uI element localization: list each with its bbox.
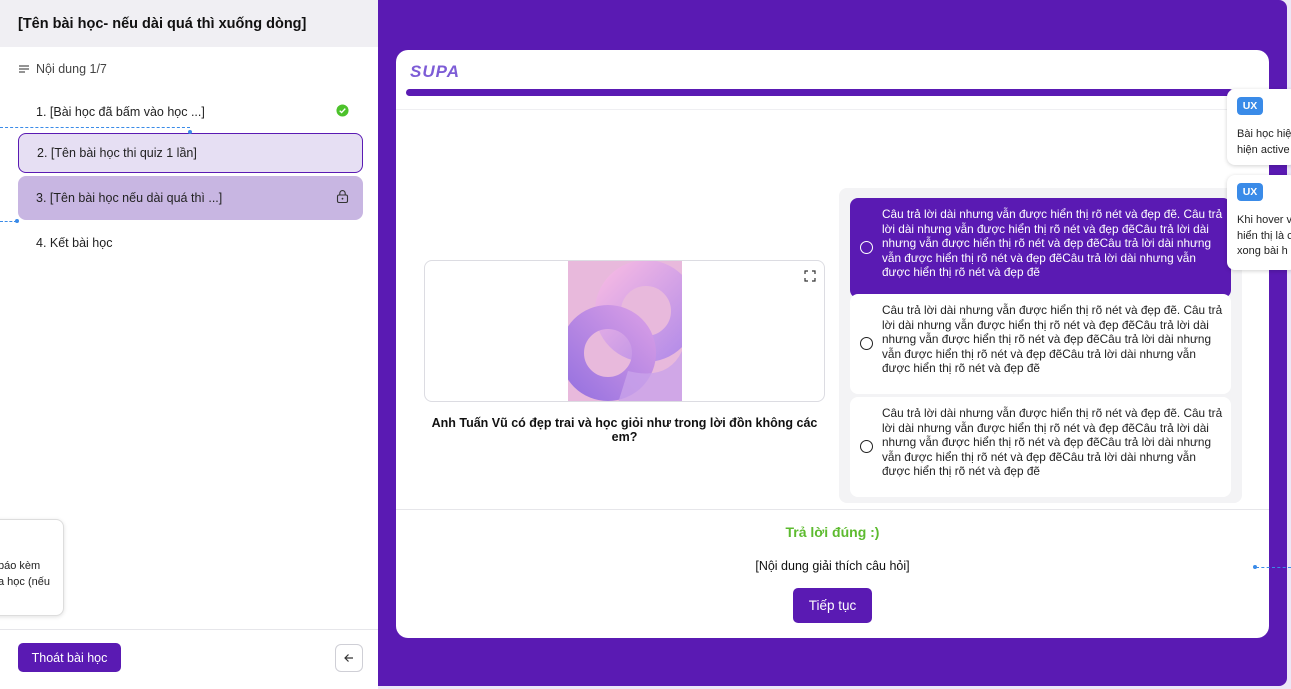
ux-line: Khi hover v [1237,214,1291,226]
answer-option-selected[interactable]: Câu trả lời dài nhưng vẫn được hiển thị … [850,198,1231,298]
answer-feedback: Trả lời đúng :) [785,524,880,540]
ux-badge: UX [1237,97,1263,115]
annotation-text: báo kèm [0,560,41,572]
answer-list: Câu trả lời dài nhưng vẫn được hiển thị … [839,188,1242,503]
exit-lesson-button[interactable]: Thoát bài học [18,643,121,672]
header-divider [396,109,1269,110]
lesson-progress-fill [406,89,1234,96]
annotation-connector [0,127,190,128]
answer-explanation: [Nội dung giải thích câu hỏi] [755,559,910,573]
annotation-dot [15,219,19,223]
annotation-dot [188,130,192,134]
answer-text: Câu trả lời dài nhưng vẫn được hiển thị … [882,207,1223,280]
footer-divider [396,509,1269,510]
answer-text: Câu trả lời dài nhưng vẫn được hiển thị … [882,303,1223,376]
sidebar-item-label: 3. [Tên bài học nếu dài quá thì ...] [36,191,223,205]
ux-line: hiện active [1237,143,1290,156]
toc-label: Nội dung 1/7 [18,62,107,76]
annotation-connector [1256,567,1291,568]
ux-line: Bài học hiệ [1237,128,1291,140]
sidebar-item-lesson-2[interactable]: 2. [Tên bài học thi quiz 1 lần] [18,133,363,173]
answer-option[interactable]: Câu trả lời dài nhưng vẫn được hiển thị … [850,294,1231,394]
answer-option[interactable]: Câu trả lời dài nhưng vẫn được hiển thị … [850,397,1231,497]
sidebar-item-lesson-4[interactable]: 4. Kết bài học [18,223,363,263]
question-text: Anh Tuấn Vũ có đẹp trai và học giỏi như … [431,416,818,444]
ux-line: hiển thị là c [1237,229,1291,242]
sidebar-item-lesson-1[interactable]: 1. [Bài học đã bấm vào học ...] [18,92,363,132]
radio-button[interactable] [860,337,873,350]
ux-annotation-card: UX Khi hover v hiển thị là c xong bài h [1227,175,1291,270]
sidebar-item-lesson-3[interactable]: 3. [Tên bài học nếu dài quá thì ...] [18,176,363,220]
continue-button[interactable]: Tiếp tục [793,588,872,623]
quiz-card: SUPA Anh Tuấn Vũ có đẹp trai và học giỏi… [396,50,1269,638]
ux-line: xong bài h [1237,245,1288,257]
ux-badge: UX [1237,183,1263,201]
sidebar-item-label: 2. [Tên bài học thi quiz 1 lần] [37,146,197,160]
lesson-sidebar: [Tên bài học- nếu dài quá thì xuống dòng… [0,0,378,689]
question-image-frame [424,260,825,402]
answer-text: Câu trả lời dài nhưng vẫn được hiển thị … [882,406,1223,479]
collapse-sidebar-button[interactable] [335,644,363,672]
lock-icon [336,190,349,207]
toc-label-text: Nội dung 1/7 [36,62,107,76]
lesson-title: [Tên bài học- nếu dài quá thì xuống dòng… [18,16,307,32]
sidebar-header: [Tên bài học- nếu dài quá thì xuống dòng… [0,0,378,47]
lesson-progress-bar [406,89,1259,96]
check-circle-icon [336,104,349,120]
sidebar-item-label: 1. [Bài học đã bấm vào học ...] [36,105,205,119]
sidebar-item-label: 4. Kết bài học [36,236,113,250]
supa-logo: SUPA [410,62,460,81]
annotation-text: a học (nếu [0,576,50,588]
radio-button[interactable] [860,440,873,453]
ux-annotation-text: Khi hover v hiển thị là c xong bài h [1237,213,1291,260]
annotation-card-left: báo kèm a học (nếu [0,519,64,616]
question-image [568,261,682,401]
ux-annotation-card: UX Bài học hiệ hiện active [1227,89,1291,165]
radio-button[interactable] [860,241,873,254]
sidebar-divider [0,629,378,630]
ux-annotation-text: Bài học hiệ hiện active [1237,127,1291,158]
list-icon [19,65,29,73]
arrow-left-icon [344,654,353,662]
expand-icon[interactable] [804,269,816,287]
